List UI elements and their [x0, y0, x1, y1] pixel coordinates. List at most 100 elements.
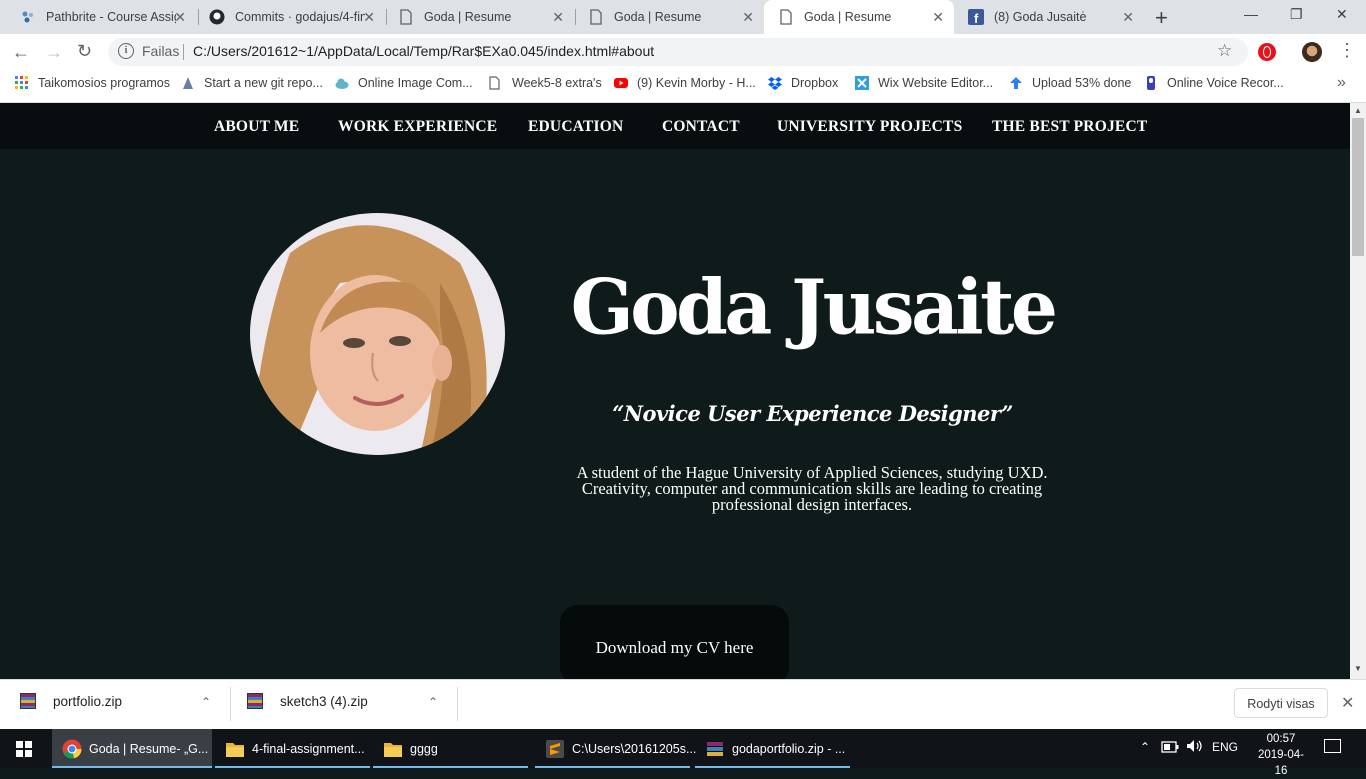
- close-icon[interactable]: ✕: [174, 9, 186, 26]
- scroll-up-arrow-icon[interactable]: ▲: [1354, 106, 1362, 115]
- tab-resume-1[interactable]: Goda | Resume ✕: [384, 0, 574, 34]
- language-indicator[interactable]: ENG: [1212, 740, 1238, 754]
- download-item-sketch3[interactable]: sketch3 (4).zip: [247, 693, 368, 709]
- download-filename: sketch3 (4).zip: [280, 693, 368, 709]
- maximize-button[interactable]: ❐: [1290, 6, 1303, 23]
- window-close-button[interactable]: ✕: [1336, 6, 1348, 23]
- winrar-archive-icon: [247, 693, 263, 709]
- bookmark-label: Online Image Com...: [358, 76, 473, 90]
- bookmark-dropbox[interactable]: Dropbox: [768, 76, 838, 90]
- nav-university-projects[interactable]: UNIVERSITY PROJECTS: [777, 118, 962, 136]
- reload-button[interactable]: ↻: [77, 41, 92, 62]
- back-button[interactable]: ←: [12, 42, 30, 63]
- folder-icon: [383, 739, 403, 759]
- opera-extension-icon[interactable]: [1258, 43, 1276, 61]
- upload-icon: [1009, 76, 1023, 90]
- bookmark-star-icon[interactable]: ☆: [1217, 41, 1232, 61]
- close-icon[interactable]: ✕: [742, 9, 754, 26]
- bookmark-voice-recorder[interactable]: Online Voice Recor...: [1144, 76, 1284, 90]
- taskbar-label: 4-final-assignment...: [252, 741, 365, 756]
- download-cv-button[interactable]: Download my CV here: [560, 605, 789, 679]
- taskbar-label: godaportfolio.zip - ...: [732, 741, 846, 756]
- close-icon[interactable]: ✕: [1341, 693, 1354, 713]
- bookmark-youtube[interactable]: (9) Kevin Morby - H...: [614, 76, 756, 90]
- wix-icon: [855, 76, 869, 90]
- tab-title: Goda | Resume: [804, 10, 892, 24]
- tab-title: Commits · godajus/4-fin: [235, 10, 365, 24]
- bookmark-label: Online Voice Recor...: [1167, 76, 1284, 90]
- profile-photo: [250, 213, 505, 455]
- bookmark-label: Upload 53% done: [1032, 76, 1132, 90]
- bookmark-label: Taikomosios programos: [38, 76, 170, 90]
- bookmark-label: Week5-8 extra's: [512, 76, 602, 90]
- bookmark-image-compressor[interactable]: Online Image Com...: [335, 76, 473, 90]
- close-icon[interactable]: ✕: [363, 9, 375, 26]
- forward-button[interactable]: →: [45, 42, 63, 63]
- taskbar-item-folder-gggg[interactable]: gggg: [373, 729, 528, 768]
- bookmark-upload[interactable]: Upload 53% done: [1009, 76, 1131, 90]
- site-nav: ABOUT ME WORK EXPERIENCE EDUCATION CONTA…: [0, 103, 1350, 149]
- bookmarks-overflow-button[interactable]: »: [1337, 74, 1346, 92]
- address-url[interactable]: C:/Users/201612~1/AppData/Local/Temp/Rar…: [193, 43, 654, 59]
- close-icon[interactable]: ✕: [1122, 9, 1134, 26]
- info-icon[interactable]: i: [118, 43, 134, 59]
- tab-resume-active[interactable]: Goda | Resume ✕: [764, 0, 954, 34]
- nav-work-experience[interactable]: WORK EXPERIENCE: [338, 118, 497, 136]
- new-tab-button[interactable]: +: [1155, 5, 1168, 31]
- hero-role-subtitle: “Novice User Experience Designer”: [612, 401, 1013, 426]
- mic-icon: [1144, 76, 1158, 90]
- page-icon: [489, 76, 503, 90]
- close-icon[interactable]: ✕: [552, 9, 564, 26]
- chrome-icon: [62, 739, 82, 759]
- taskbar-label: gggg: [410, 741, 438, 756]
- download-separator: [230, 687, 231, 721]
- nav-education[interactable]: EDUCATION: [528, 118, 623, 136]
- windows-start-icon[interactable]: [16, 741, 32, 757]
- dropbox-icon: [768, 76, 782, 90]
- taskbar-label: C:\Users\20161205s...: [572, 741, 697, 756]
- address-separator: [183, 44, 184, 60]
- sublime-icon: [545, 739, 565, 759]
- resume-page: ABOUT ME WORK EXPERIENCE EDUCATION CONTA…: [0, 103, 1350, 679]
- volume-icon[interactable]: [1186, 739, 1204, 756]
- tab-github-commits[interactable]: Commits · godajus/4-fin ✕: [195, 0, 385, 34]
- tab-title: (8) Goda Jusaitė: [994, 10, 1087, 24]
- download-separator: [457, 687, 458, 721]
- battery-icon[interactable]: [1161, 741, 1179, 756]
- facebook-icon: f: [968, 9, 984, 25]
- bookmark-week5-8[interactable]: Week5-8 extra's: [489, 76, 602, 90]
- scrollbar-thumb[interactable]: [1352, 118, 1364, 256]
- taskbar-item-sublime[interactable]: C:\Users\20161205s...: [535, 729, 696, 768]
- nav-the-best-project[interactable]: THE BEST PROJECT: [992, 118, 1147, 136]
- apps-grid-icon: [15, 76, 29, 90]
- download-item-portfolio[interactable]: portfolio.zip: [20, 693, 122, 709]
- tab-resume-2[interactable]: Goda | Resume ✕: [574, 0, 764, 34]
- chevron-up-icon[interactable]: ⌃: [428, 695, 438, 709]
- profile-avatar[interactable]: [1302, 42, 1322, 62]
- taskbar-item-winrar[interactable]: godaportfolio.zip - ...: [695, 729, 850, 768]
- minimize-button[interactable]: —: [1244, 6, 1258, 22]
- tab-title: Goda | Resume: [424, 10, 512, 24]
- scroll-down-arrow-icon[interactable]: ▼: [1354, 664, 1362, 673]
- nav-about-me[interactable]: ABOUT ME: [214, 118, 299, 136]
- system-clock[interactable]: 00:57 2019-04-16: [1254, 731, 1308, 779]
- tab-pathbrite[interactable]: Pathbrite - Course Assig ✕: [6, 0, 196, 34]
- taskbar-item-folder-final-assignment[interactable]: 4-final-assignment...: [215, 729, 370, 768]
- tab-facebook[interactable]: f (8) Goda Jusaitė ✕: [954, 0, 1144, 34]
- notification-center-icon[interactable]: [1324, 739, 1341, 753]
- taskbar-item-chrome[interactable]: Goda | Resume- „G...: [52, 729, 212, 768]
- bookmark-label: Start a new git repo...: [204, 76, 323, 90]
- bookmark-git[interactable]: Start a new git repo...: [181, 76, 323, 90]
- bookmark-apps[interactable]: Taikomosios programos: [15, 76, 170, 90]
- nav-contact[interactable]: CONTACT: [662, 118, 740, 136]
- show-all-downloads-button[interactable]: Rodyti visas: [1234, 688, 1328, 718]
- svg-text:f: f: [974, 11, 979, 25]
- menu-icon[interactable]: ⋮: [1338, 40, 1356, 61]
- bookmark-label: Wix Website Editor...: [878, 76, 994, 90]
- close-icon[interactable]: ✕: [932, 9, 944, 26]
- cloud-icon: [335, 76, 349, 90]
- bookmark-wix[interactable]: Wix Website Editor...: [855, 76, 993, 90]
- tray-overflow-chevron-icon[interactable]: ⌃: [1140, 740, 1150, 754]
- clock-date: 2019-04-16: [1257, 749, 1305, 777]
- chevron-up-icon[interactable]: ⌃: [201, 695, 211, 709]
